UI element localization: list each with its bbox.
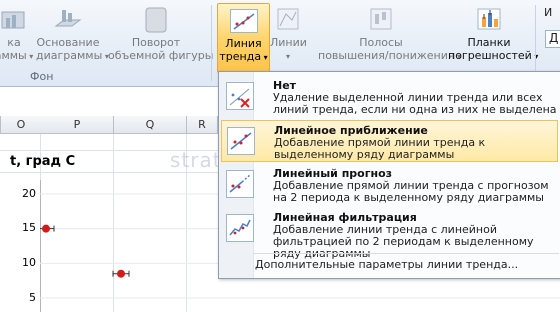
ribbon-separator [535,5,536,81]
chart-title[interactable]: t, град С [10,154,75,169]
column-header-o[interactable]: O [0,116,42,134]
y-tick-label: 10 [22,256,36,269]
menu-item-linear[interactable]: Линейное приближение Добавление прямой л… [221,120,558,162]
ribbon-separator [211,5,212,81]
linear-forecast-icon [226,170,254,198]
linear-trendline-icon [227,127,255,155]
ribbon-button-lines[interactable]: Линии [270,6,307,63]
trendline-menu: Нет Удаление выделенной линии тренда или… [218,71,560,279]
data-point[interactable] [42,224,50,233]
y-tick-label: 5 [29,291,36,304]
column-header-r[interactable]: R [187,116,218,134]
lines-icon [274,6,302,32]
chart-floor-icon [54,6,82,32]
menu-separator [253,253,559,254]
trendline-icon [229,9,258,33]
menu-item-none[interactable]: Нет Удаление выделенной линии тренда или… [221,76,558,118]
ribbon-right-label: И [544,6,553,19]
ribbon-button-error-bars[interactable]: Планки погрешностей [448,6,532,63]
trendline-button[interactable]: Линия тренда [217,3,270,73]
chart-wall-icon [0,6,28,32]
data-point[interactable] [117,269,125,278]
no-trendline-icon [226,82,254,110]
y-tick-label: 15 [22,221,36,234]
3d-rotation-icon [142,6,170,33]
menu-item-more-options[interactable]: Дополнительные параметры линии тренда... [255,258,518,271]
ribbon-button-up-down-bars[interactable]: Полосы повышения/понижения [318,6,455,63]
ribbon-button-chart-floor[interactable]: Основание диаграммы [36,6,102,63]
menu-item-moving-average[interactable]: Линейная фильтрация Добавление линии тре… [221,208,558,260]
menu-item-linear-forecast[interactable]: Линейный прогноз Добавление прямой линии… [221,164,558,206]
ribbon-button-chart-wall[interactable]: ка аммы [0,6,34,63]
error-bars-icon [475,6,503,32]
moving-average-icon [226,214,254,242]
y-tick-label: 20 [22,187,36,200]
ribbon-button-3d-rotation[interactable]: Поворот объемной фигуры [108,6,213,62]
name-box[interactable]: Д [545,30,560,48]
up-down-bars-icon [367,6,395,32]
column-header-q[interactable]: Q [114,116,187,134]
group-label-background: Фон [30,70,54,83]
column-header-p[interactable]: P [41,116,114,134]
